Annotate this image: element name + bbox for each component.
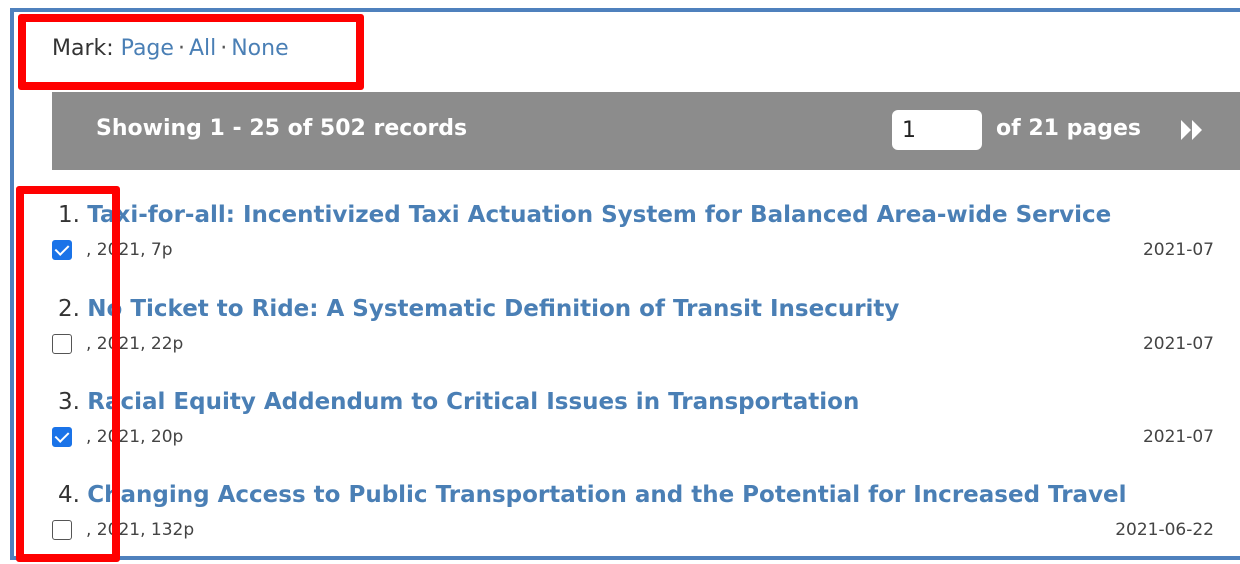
record-title-row: 3. Racial Equity Addendum to Critical Is… [58, 389, 859, 415]
fast-forward-icon[interactable] [1178, 116, 1206, 144]
record-title-link[interactable]: Changing Access to Public Transportation… [87, 482, 1126, 508]
page-frame: Mark: Page · All · None Showing 1 - 25 of 50… [0, 0, 1240, 564]
page-number-input[interactable] [892, 110, 982, 150]
highlight-box-checkboxes [16, 186, 120, 562]
highlight-box-mark-controls [18, 14, 364, 90]
record-title-link[interactable]: Taxi-for-all: Incentivized Taxi Actuatio… [87, 202, 1111, 228]
record-title-row: 1. Taxi-for-all: Incentivized Taxi Actua… [58, 202, 1111, 228]
record-count-text: Showing 1 - 25 of 502 records [96, 116, 468, 141]
record-title-link[interactable]: No Ticket to Ride: A Systematic Definiti… [87, 296, 899, 322]
record-title-link[interactable]: Racial Equity Addendum to Critical Issue… [87, 389, 859, 415]
record-date: 2021-07 [1142, 240, 1214, 260]
record-title-row: 4. Changing Access to Public Transportat… [58, 482, 1127, 508]
record-date: 2021-07 [1142, 334, 1214, 354]
pager-bar: Showing 1 - 25 of 502 records of 21 page… [52, 92, 1240, 170]
total-pages-text: of 21 pages [996, 116, 1141, 141]
results-panel [10, 8, 1240, 560]
record-date: 2021-06-22 [1115, 520, 1214, 540]
record-date: 2021-07 [1142, 427, 1214, 447]
record-title-row: 2. No Ticket to Ride: A Systematic Defin… [58, 296, 899, 322]
